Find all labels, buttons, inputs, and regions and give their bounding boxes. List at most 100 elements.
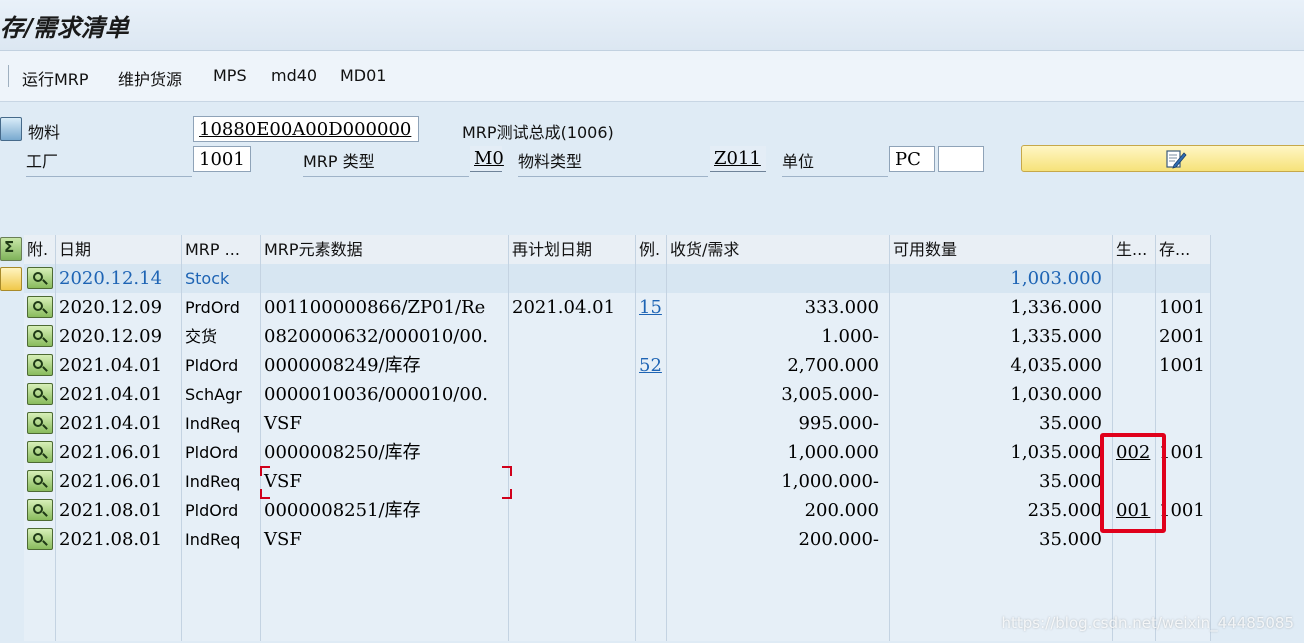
mps-button[interactable]: MPS	[213, 66, 247, 85]
reschedule-date-cell: 2021.04.01	[509, 293, 636, 322]
material-type-field[interactable]: Z011	[710, 146, 766, 172]
detail-view-icon[interactable]	[27, 441, 53, 463]
storage-location-cell	[1156, 264, 1211, 293]
element-data-cell: VSF	[261, 467, 509, 496]
edit-button[interactable]	[1021, 145, 1304, 172]
exception-cell	[636, 438, 667, 467]
material-description: MRP测试总成(1006)	[462, 123, 614, 142]
table-row[interactable]: 2021.06.01 IndReq VSF 1,000.000- 35.000	[24, 467, 1211, 496]
col-header-element-data[interactable]: MRP元素数据	[261, 235, 509, 264]
empty-cell	[1156, 554, 1211, 583]
plant-field[interactable]: 1001	[193, 146, 251, 172]
folder-icon[interactable]	[0, 267, 22, 291]
md40-button[interactable]: md40	[271, 66, 317, 85]
run-mrp-button[interactable]: 运行MRP	[22, 66, 89, 90]
empty-cell	[1113, 583, 1156, 612]
receipt-requirement-cell: 1,000.000-	[667, 467, 890, 496]
empty-cell	[182, 612, 261, 641]
storage-location-cell: 1001	[1156, 293, 1211, 322]
pencil-edit-icon	[1166, 150, 1187, 169]
detail-view-icon[interactable]	[27, 412, 53, 434]
detail-view-icon[interactable]	[27, 383, 53, 405]
available-qty-cell: 35.000	[890, 409, 1113, 438]
application-toolbar: 运行MRP 维护货源 MPS md40 MD01	[0, 51, 1304, 102]
material-detail-icon[interactable]	[0, 117, 22, 141]
unit-field[interactable]: PC	[889, 146, 935, 172]
empty-cell	[182, 554, 261, 583]
col-header-receipt-req[interactable]: 收货/需求	[667, 235, 890, 264]
attach-cell	[24, 380, 56, 409]
production-version-cell	[1113, 264, 1156, 293]
material-type-label: 物料类型	[518, 148, 708, 177]
table-row[interactable]: 2021.04.01 SchAgr 0000010036/000010/00. 3,0…	[24, 380, 1211, 409]
attach-cell	[24, 612, 56, 641]
available-qty-cell: 1,336.000	[890, 293, 1113, 322]
table-row[interactable]: 2021.04.01 IndReq VSF 995.000- 35.000	[24, 409, 1211, 438]
reschedule-date-cell	[509, 380, 636, 409]
reschedule-date-cell	[509, 467, 636, 496]
detail-view-icon[interactable]	[27, 325, 53, 347]
attach-cell	[24, 293, 56, 322]
exception-cell[interactable]: 52	[636, 351, 667, 380]
table-row[interactable]: 2021.06.01 PldOrd 0000008250/库存 1,000.000 1,…	[24, 438, 1211, 467]
element-data-cell: VSF	[261, 525, 509, 554]
col-header-production-version[interactable]: 生...	[1113, 235, 1156, 264]
table-row[interactable]: 2021.04.01 PldOrd 0000008249/库存 52 2,700.000…	[24, 351, 1211, 380]
col-header-available-qty[interactable]: 可用数量	[890, 235, 1113, 264]
col-header-mrp-element[interactable]: MRP ...	[182, 235, 261, 264]
col-header-date[interactable]: 日期	[56, 235, 182, 264]
attach-cell	[24, 322, 56, 351]
date-cell: 2021.06.01	[56, 438, 182, 467]
detail-view-icon[interactable]	[27, 528, 53, 550]
receipt-requirement-cell: 200.000	[667, 496, 890, 525]
production-version-cell	[1113, 322, 1156, 351]
production-version-cell	[1113, 380, 1156, 409]
sum-icon[interactable]: Σ	[0, 237, 22, 261]
unit-extra-field[interactable]	[938, 146, 984, 172]
receipt-requirement-cell: 200.000-	[667, 525, 890, 554]
empty-row	[24, 583, 1211, 612]
table-row[interactable]: 2020.12.14 Stock 1,003.000	[24, 264, 1211, 293]
col-header-exception[interactable]: 例.	[636, 235, 667, 264]
element-data-cell: 0000008249/库存	[261, 351, 509, 380]
attach-cell	[24, 525, 56, 554]
empty-cell	[890, 554, 1113, 583]
mrp-element-cell: PldOrd	[182, 496, 261, 525]
detail-view-icon[interactable]	[27, 354, 53, 376]
exception-cell[interactable]: 15	[636, 293, 667, 322]
detail-view-icon[interactable]	[27, 296, 53, 318]
empty-cell	[509, 554, 636, 583]
material-field[interactable]: 10880E00A00D000000	[193, 116, 419, 142]
attach-cell	[24, 264, 56, 293]
empty-cell	[1113, 554, 1156, 583]
col-header-storage-location[interactable]: 存...	[1156, 235, 1211, 264]
storage-location-cell: 1001	[1156, 351, 1211, 380]
col-header-reschedule-date[interactable]: 再计划日期	[509, 235, 636, 264]
element-data-cell: 0820000632/000010/00.	[261, 322, 509, 351]
receipt-requirement-cell: 3,005.000-	[667, 380, 890, 409]
date-cell: 2021.04.01	[56, 351, 182, 380]
exception-cell	[636, 496, 667, 525]
date-cell: 2020.12.09	[56, 322, 182, 351]
reschedule-date-cell	[509, 438, 636, 467]
production-version-cell	[1113, 293, 1156, 322]
col-header-attach[interactable]: 附.	[24, 235, 56, 264]
empty-cell	[1156, 583, 1211, 612]
empty-cell	[261, 554, 509, 583]
detail-view-icon[interactable]	[27, 267, 53, 289]
unit-label: 单位	[782, 148, 888, 177]
md01-button[interactable]: MD01	[340, 66, 386, 85]
detail-view-icon[interactable]	[27, 470, 53, 492]
detail-view-icon[interactable]	[27, 499, 53, 521]
date-cell: 2021.06.01	[56, 467, 182, 496]
table-row[interactable]: 2020.12.09 交货 0820000632/000010/00. 1.000- 1…	[24, 322, 1211, 351]
maintain-source-button[interactable]: 维护货源	[118, 66, 182, 90]
crop-mark	[502, 489, 512, 499]
mrp-element-cell: IndReq	[182, 467, 261, 496]
table-row[interactable]: 2020.12.09 PrdOrd 001100000866/ZP01/Re 2021…	[24, 293, 1211, 322]
receipt-requirement-cell: 1,000.000	[667, 438, 890, 467]
mrp-type-field[interactable]: M0	[470, 146, 504, 172]
table-row[interactable]: 2021.08.01 IndReq VSF 200.000- 35.000	[24, 525, 1211, 554]
empty-cell	[667, 612, 890, 641]
table-row[interactable]: 2021.08.01 PldOrd 0000008251/库存 200.000 235.…	[24, 496, 1211, 525]
